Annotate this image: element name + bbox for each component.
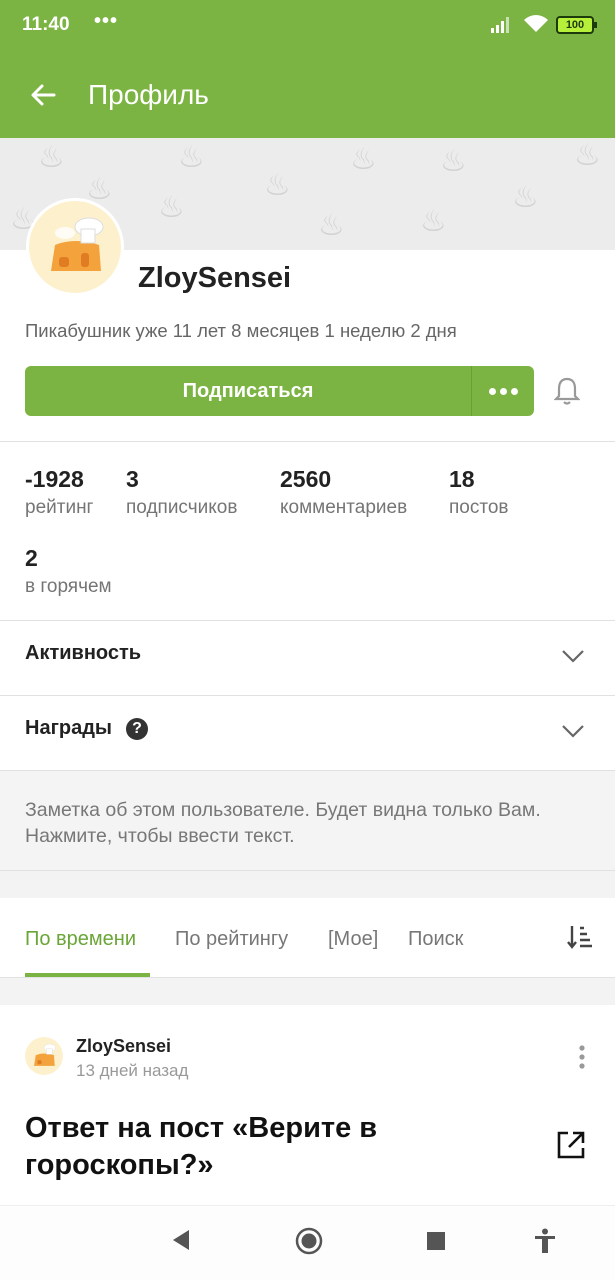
pattern-icon: ♨ — [178, 141, 205, 174]
stat-rating: -1928 рейтинг — [25, 466, 94, 519]
stat-posts[interactable]: 18 постов — [449, 466, 509, 519]
stat-label: постов — [449, 497, 509, 518]
battery-icon: 100 — [556, 16, 597, 34]
tab-by-rating[interactable]: По рейтингу — [175, 928, 288, 951]
post-date: 13 дней назад — [76, 1061, 189, 1080]
page-title: Профиль — [88, 79, 209, 110]
tab-mine[interactable]: [Мое] — [328, 928, 378, 951]
awards-section[interactable]: Награды ? — [0, 696, 615, 771]
post-author-name[interactable]: ZloySensei — [76, 1036, 171, 1057]
stat-label: рейтинг — [25, 497, 94, 518]
post-author-avatar[interactable] — [25, 1037, 63, 1075]
sort-icon[interactable] — [567, 924, 593, 950]
tab-by-time[interactable]: По времени — [25, 928, 136, 951]
stat-value: 2 — [25, 545, 38, 571]
battery-level: 100 — [558, 18, 592, 32]
stat-label: комментариев — [280, 497, 408, 518]
subscribe-button[interactable]: Подписаться — [25, 366, 471, 416]
stat-subscribers[interactable]: 3 подписчиков — [126, 466, 237, 519]
awards-label: Награды — [25, 717, 113, 739]
dot-icon — [511, 388, 518, 395]
more-vertical-icon[interactable] — [577, 1044, 587, 1070]
activity-section[interactable]: Активность — [0, 621, 615, 696]
stat-value: 3 — [126, 466, 139, 492]
avatar[interactable] — [26, 198, 124, 296]
pattern-icon: ♨ — [158, 191, 185, 224]
signal-icon — [491, 17, 509, 33]
pattern-icon: ♨ — [318, 209, 345, 242]
wifi-icon — [524, 15, 548, 32]
avatar-image — [51, 217, 104, 271]
bell-icon[interactable] — [554, 376, 580, 406]
tab-search[interactable]: Поиск — [408, 928, 463, 951]
active-tab-indicator — [25, 973, 150, 977]
activity-label: Активность — [25, 642, 142, 664]
pattern-icon: ♨ — [440, 145, 467, 178]
divider — [0, 870, 615, 871]
pattern-icon: ♨ — [264, 169, 291, 202]
post-tabs: По времени По рейтингу [Мое] Поиск — [0, 898, 615, 978]
dot-icon — [489, 388, 496, 395]
nav-back-icon[interactable] — [170, 1228, 192, 1252]
dot-icon — [500, 388, 507, 395]
status-bar: 11:40 ••• 100 — [0, 0, 615, 52]
stat-value: -1928 — [25, 466, 84, 492]
stat-label: в горячем — [25, 576, 112, 597]
stat-comments[interactable]: 2560 комментариев — [280, 466, 407, 519]
app-bar: Профиль — [0, 52, 615, 138]
stat-label: подписчиков — [126, 497, 238, 518]
chevron-down-icon — [562, 650, 584, 663]
open-external-icon[interactable] — [556, 1130, 586, 1160]
avatar-image — [34, 1043, 56, 1066]
pattern-icon: ♨ — [38, 141, 65, 174]
pattern-icon: ♨ — [512, 181, 539, 214]
stat-value: 2560 — [280, 466, 332, 492]
user-note[interactable]: Заметка об этом пользователе. Будет видн… — [0, 771, 615, 870]
stat-hot[interactable]: 2 в горячем — [25, 545, 112, 598]
pattern-icon: ♨ — [350, 143, 377, 176]
stat-value: 18 — [449, 466, 475, 492]
pattern-icon: ♨ — [574, 139, 601, 172]
status-time: 11:40 — [22, 14, 70, 35]
nav-home-icon[interactable] — [295, 1227, 323, 1255]
post-title[interactable]: Ответ на пост «Верите в гороскопы?» — [25, 1110, 535, 1184]
member-since: Пикабушник уже 11 лет 8 месяцев 1 неделю… — [25, 320, 457, 341]
profile-username: ZloySensei — [138, 262, 292, 294]
pattern-icon: ♨ — [420, 205, 447, 238]
system-nav-bar — [0, 1205, 615, 1280]
more-options-button[interactable] — [471, 366, 534, 416]
back-arrow-icon[interactable] — [28, 80, 58, 110]
user-note-placeholder: Заметка об этом пользователе. Будет видн… — [25, 799, 541, 847]
help-icon[interactable]: ? — [126, 718, 148, 740]
nav-recents-icon[interactable] — [427, 1232, 445, 1250]
chevron-down-icon — [562, 725, 584, 738]
accessibility-icon[interactable] — [534, 1228, 556, 1254]
notification-dots: ••• — [94, 10, 119, 32]
